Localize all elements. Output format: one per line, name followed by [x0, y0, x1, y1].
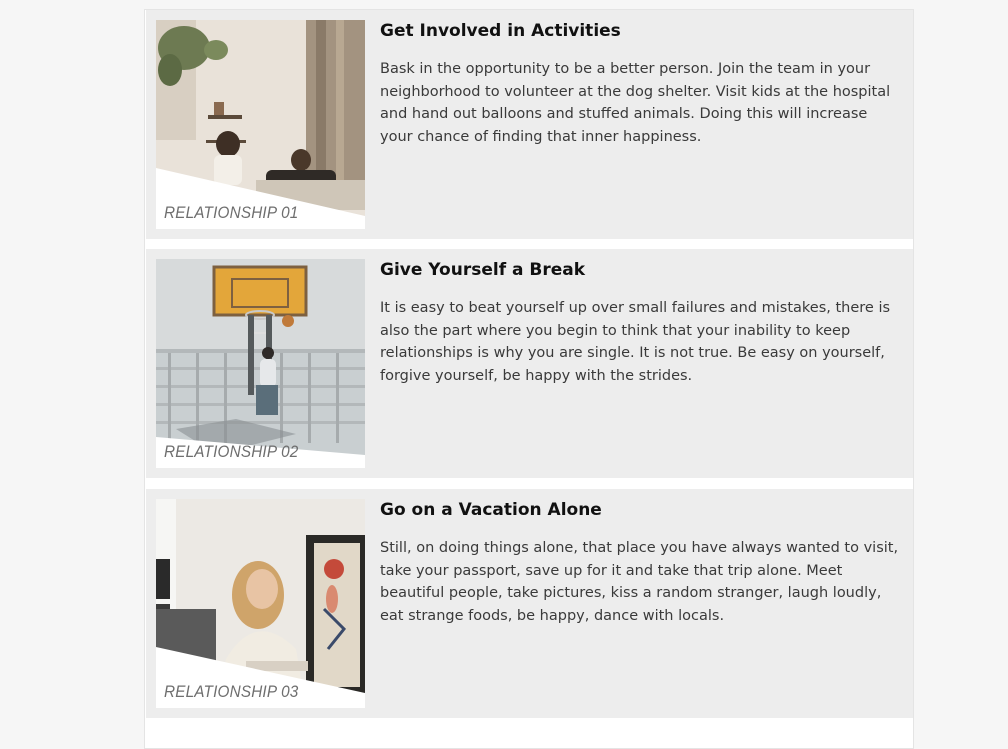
article-thumbnail[interactable]: RELATIONSHIP 02	[156, 259, 365, 468]
article-body: It is easy to beat yourself up over smal…	[380, 300, 891, 384]
article-title[interactable]: Give Yourself a Break	[380, 260, 585, 280]
article-card[interactable]: RELATIONSHIP 03 Go on a Vacation Alone S…	[146, 489, 913, 718]
thumbnail-photo-woman-with-laptop	[156, 499, 365, 708]
thumbnail-caption: RELATIONSHIP 03	[164, 682, 299, 701]
thumbnail-photo-women-at-home	[156, 20, 365, 229]
article-title[interactable]: Go on a Vacation Alone	[380, 500, 602, 520]
article-body: Still, on doing things alone, that place…	[380, 540, 899, 624]
article-body: Bask in the opportunity to be a better p…	[380, 61, 891, 145]
article-thumbnail[interactable]: RELATIONSHIP 03	[156, 499, 365, 708]
article-card[interactable]: RELATIONSHIP 01 Get Involved in Activiti…	[146, 10, 913, 239]
article-title[interactable]: Get Involved in Activities	[380, 21, 621, 41]
thumbnail-caption: RELATIONSHIP 01	[164, 203, 299, 222]
article-card[interactable]: RELATIONSHIP 02 Give Yourself a Break It…	[146, 249, 913, 478]
article-thumbnail[interactable]: RELATIONSHIP 01	[156, 20, 365, 229]
article-list: RELATIONSHIP 01 Get Involved in Activiti…	[144, 9, 914, 749]
thumbnail-photo-basketball-hoop	[156, 259, 365, 468]
thumbnail-caption: RELATIONSHIP 02	[164, 442, 299, 461]
